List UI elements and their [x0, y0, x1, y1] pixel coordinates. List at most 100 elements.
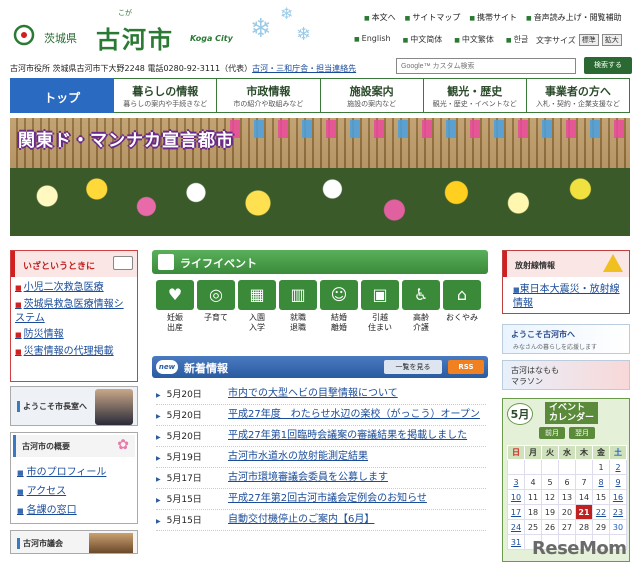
news-date: 5月19日	[156, 450, 228, 464]
life-event-condolence[interactable]: ⌂ おくやみ	[443, 280, 481, 333]
calendar-day[interactable]: 10	[507, 489, 525, 505]
news-link[interactable]: 自動交付機停止のご案内【6月】	[228, 513, 486, 527]
news-item: 5月20日平成27年度 わたらせ水辺の楽校（がっこう）オープン	[156, 405, 486, 426]
search-button[interactable]: 検索する	[584, 57, 632, 74]
link-mobile-site[interactable]: 携帯サイト	[469, 12, 517, 23]
rss-button[interactable]: RSS	[448, 360, 484, 374]
life-event-pregnancy[interactable]: ♥ 妊娠 出産	[156, 280, 194, 333]
link-pediatric-emergency[interactable]: ■ 小児二次救急医療	[15, 281, 133, 295]
bullet-icon: ■	[17, 488, 24, 496]
link-chinese-traditional[interactable]: 中文繁体	[454, 34, 494, 45]
banner-title: 関東ド・マンナカ宣言都市	[18, 131, 234, 151]
calendar-day[interactable]: 8	[592, 474, 610, 490]
nav-business[interactable]: 事業者の方へ 入札・契約・企業支援など	[526, 78, 631, 113]
calendar-title: イベント カレンダー	[545, 402, 599, 424]
news-view-all-button[interactable]: 一覧を見る	[384, 360, 442, 374]
calendar-day[interactable]: 9	[609, 474, 627, 490]
news-link[interactable]: 市内での大型ヘビの目撃情報について	[228, 387, 486, 401]
nav-label: 暮らしの情報	[132, 85, 199, 98]
news-date: 5月20日	[156, 429, 228, 443]
warning-icon	[603, 254, 623, 272]
city-overview-box: 古河市の概要 ✿ ■ 市のプロフィール ■ アクセス ■ 各課の窓口	[10, 432, 138, 524]
news-link[interactable]: 平成27年度 わたらせ水辺の楽校（がっこう）オープン	[228, 408, 486, 422]
calendar-day[interactable]: 31	[507, 534, 525, 550]
news-link[interactable]: 古河市環境審議会委員を公募します	[228, 471, 486, 485]
link-radiation-info[interactable]: ■東日本大震災・放射線情報	[503, 277, 629, 310]
news-date: 5月20日	[156, 408, 228, 422]
city-council-banner[interactable]: 古河市議会	[10, 530, 138, 554]
city-emblem-icon[interactable]	[12, 24, 36, 46]
marathon-banner[interactable]: 古河はなもも マラソン	[502, 360, 630, 390]
banner-flags	[230, 120, 630, 138]
calendar-day: 19	[541, 504, 559, 520]
welcome-banner[interactable]: ようこそ古河市へ みなさんの暮らしを応援します	[502, 324, 630, 354]
calendar-day[interactable]: 17	[507, 504, 525, 520]
calendar-day: 4	[524, 474, 542, 490]
utility-links: 本文へ サイトマップ 携帯サイト 音声読み上げ・閲覧補助	[364, 12, 622, 23]
news-item: 5月15日自動交付機停止のご案内【6月】	[156, 510, 486, 531]
link-skip-to-content[interactable]: 本文へ	[364, 12, 396, 23]
nav-facilities[interactable]: 施設案内 施設の案内など	[320, 78, 424, 113]
calendar-day[interactable]: 2	[609, 459, 627, 475]
calendar-day[interactable]: 3	[507, 474, 525, 490]
link-sitemap[interactable]: サイトマップ	[405, 12, 460, 23]
link-access[interactable]: ■ アクセス	[17, 482, 131, 497]
nav-city-info[interactable]: 市政情報 市の紹介や取組みなど	[217, 78, 321, 113]
life-event-childcare[interactable]: ◎ 子育て	[197, 280, 235, 333]
calendar-day: 15	[592, 489, 610, 505]
calendar-day	[575, 459, 593, 475]
life-event-moving[interactable]: ▣ 引越 住まい	[361, 280, 399, 333]
calendar-day[interactable]: 24	[507, 519, 525, 535]
nav-sublabel: 市の紹介や取組みなど	[233, 100, 304, 108]
calendar-day[interactable]: 22	[592, 504, 610, 520]
nav-sublabel: 入札・契約・企業支援など	[535, 100, 620, 108]
link-label: 防災情報	[23, 329, 64, 340]
link-emergency-info-system[interactable]: ■ 茨城県救急医療情報システム	[15, 298, 133, 325]
bullet-icon: ■	[17, 469, 24, 477]
nav-tourism[interactable]: 観光・歴史 観光・歴史・イベントなど	[423, 78, 527, 113]
life-event-work[interactable]: ▥ 就職 退職	[279, 280, 317, 333]
life-event-elderly[interactable]: ♿ 高齢 介護	[402, 280, 440, 333]
link-chinese-simplified[interactable]: 中文简体	[403, 34, 442, 45]
weekday-header: 水	[558, 445, 576, 460]
search-input[interactable]	[396, 58, 576, 74]
nav-top[interactable]: トップ	[10, 78, 115, 113]
mayor-office-banner[interactable]: ようこそ市長室へ	[10, 386, 138, 426]
calendar-day[interactable]: 16	[609, 489, 627, 505]
text-size-normal-button[interactable]: 標準	[578, 34, 599, 46]
news-link[interactable]: 古河市水道水の放射能測定結果	[228, 450, 486, 464]
hero-banner[interactable]: 関東ド・マンナカ宣言都市	[10, 118, 630, 236]
calendar-day	[507, 459, 525, 475]
calendar-prev-button[interactable]: 前月	[539, 427, 565, 439]
calendar-day: 6	[558, 474, 576, 490]
bullet-icon: ■	[15, 331, 22, 339]
site-logo-title[interactable]: 古河市	[96, 20, 174, 55]
life-event-marriage[interactable]: ☺ 結婚 離婚	[320, 280, 358, 333]
life-events-list: ♥ 妊娠 出産 ◎ 子育て ▦ 入園 入学 ▥ 就職 退職 ☺ 結婚 離婚 ▣ 引越 住まい ♿ 高齢介…	[156, 280, 481, 333]
nav-living[interactable]: 暮らしの情報 暮らしの案内や手続きなど	[114, 78, 218, 113]
link-english[interactable]: English	[354, 34, 391, 45]
life-event-label: 妊娠 出産	[167, 313, 183, 332]
link-disaster-prevention[interactable]: ■ 防災情報	[15, 328, 133, 342]
contact-link[interactable]: 古河・三和庁舎・担当連絡先	[252, 64, 356, 73]
bullet-icon: ■	[15, 348, 22, 356]
news-item: 5月20日平成27年第1回臨時会議案の審議結果を掲載しました	[156, 426, 486, 447]
life-event-school[interactable]: ▦ 入園 入学	[238, 280, 276, 333]
life-event-label: 子育て	[204, 313, 228, 322]
link-disaster-info[interactable]: ■ 災害情報の代理掲載	[15, 345, 133, 359]
text-size-large-button[interactable]: 拡大	[601, 34, 622, 46]
link-korean[interactable]: 한글	[506, 34, 529, 45]
link-departments[interactable]: ■ 各課の窓口	[17, 501, 131, 516]
overview-links: ■ 市のプロフィール ■ アクセス ■ 各課の窓口	[11, 459, 137, 524]
news-link[interactable]: 平成27年第2回古河市議会定例会のお知らせ	[228, 492, 486, 506]
news-date: 5月20日	[156, 387, 228, 401]
calendar-next-button[interactable]: 翌月	[569, 427, 595, 439]
calendar-day[interactable]: 23	[609, 504, 627, 520]
link-accessibility[interactable]: 音声読み上げ・閲覧補助	[526, 12, 622, 23]
calendar-week-row: 3456789	[507, 474, 627, 490]
emergency-title: いざというときに	[23, 262, 96, 272]
calendar-month: 5月	[507, 403, 533, 425]
news-link[interactable]: 平成27年第1回臨時会議案の審議結果を掲載しました	[228, 429, 486, 443]
link-city-profile[interactable]: ■ 市のプロフィール	[17, 463, 131, 478]
news-item: 5月19日古河市水道水の放射能測定結果	[156, 447, 486, 468]
